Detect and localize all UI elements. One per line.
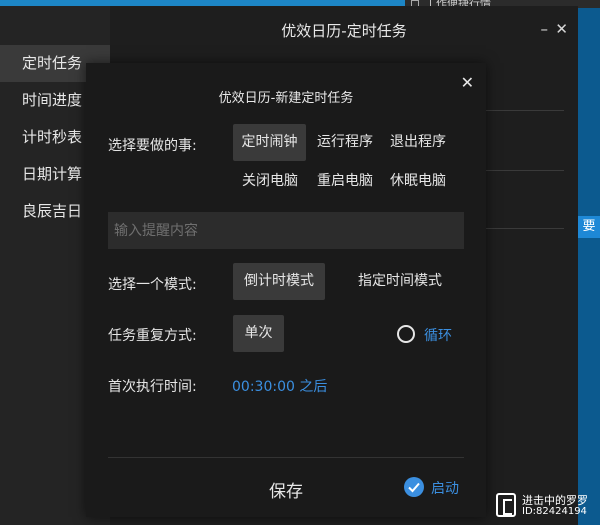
new-task-dialog: 优效日历-新建定时任务 ✕ 选择要做的事: 定时闹钟 运行程序 退出程序 关闭电… — [86, 63, 486, 517]
watermark-id: ID:82424194 — [522, 506, 587, 517]
first-run-time-label: 首次执行时间: — [108, 379, 197, 395]
divider — [484, 170, 564, 171]
task-option-exit-program[interactable]: 退出程序 — [384, 124, 452, 161]
dialog-divider — [108, 457, 464, 458]
first-run-time-value[interactable]: 00:30:00 之后 — [232, 376, 327, 396]
loop-label[interactable]: 循环 — [424, 325, 452, 345]
divider — [484, 228, 564, 229]
watermark-logo-icon — [496, 493, 516, 517]
mode-option-countdown[interactable]: 倒计时模式 — [233, 263, 325, 300]
save-button[interactable]: 保存 — [246, 477, 326, 502]
desktop-background-right — [578, 8, 600, 525]
task-label: 选择要做的事: — [108, 138, 197, 154]
task-option-run-program[interactable]: 运行程序 — [311, 124, 379, 161]
start-label[interactable]: 启动 — [431, 478, 459, 498]
task-option-shutdown[interactable]: 关闭电脑 — [236, 167, 304, 195]
repeat-label: 任务重复方式: — [108, 328, 197, 344]
checkmark-icon — [408, 482, 420, 493]
mode-option-specified-time[interactable]: 指定时间模式 — [348, 263, 452, 300]
close-button[interactable]: ✕ — [555, 20, 568, 38]
start-checkbox[interactable] — [404, 477, 424, 497]
main-titlebar: 优效日历-定时任务 – ✕ — [110, 6, 578, 58]
repeat-option-single[interactable]: 单次 — [233, 315, 284, 352]
task-option-sleep[interactable]: 休眠电脑 — [384, 167, 452, 195]
divider — [484, 110, 564, 111]
loop-radio[interactable] — [397, 325, 415, 343]
task-option-restart[interactable]: 重启电脑 — [311, 167, 379, 195]
reminder-input[interactable] — [108, 212, 464, 249]
watermark: 进击中的罗罗 ID:82424194 — [496, 492, 600, 522]
dialog-title: 优效日历-新建定时任务 — [218, 91, 354, 106]
task-option-alarm[interactable]: 定时闹钟 — [233, 124, 306, 161]
mode-label: 选择一个模式: — [108, 277, 197, 293]
minimize-button[interactable]: – — [541, 20, 549, 38]
main-window-title: 优效日历-定时任务 — [281, 22, 407, 40]
dialog-close-button[interactable]: ✕ — [461, 73, 474, 92]
background-window-button: 要 — [578, 216, 600, 238]
